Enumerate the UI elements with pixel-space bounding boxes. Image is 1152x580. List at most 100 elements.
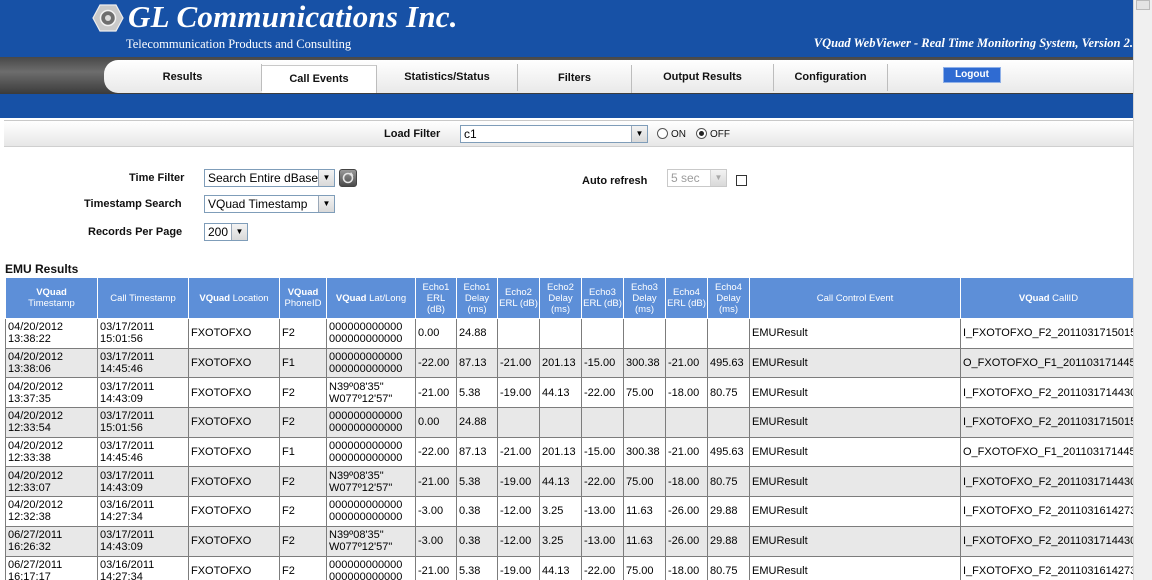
logout-button[interactable]: Logout <box>943 67 1001 83</box>
column-header-label: Echo1 Delay (ms) <box>463 281 491 315</box>
table-cell: 04/20/2012 12:33:38 <box>5 436 98 468</box>
dropdown-arrow-icon[interactable]: ▼ <box>318 196 334 212</box>
table-cell: I_FXOTOFXO_F2_20110317144309 <box>960 466 1133 498</box>
table-row[interactable]: 04/20/2012 12:33:07 03/17/2011 14:43:09 FX… <box>5 466 1133 498</box>
table-cell: 29.88 <box>707 525 750 557</box>
table-cell: 11.63 <box>623 525 666 557</box>
table-cell: F1 <box>279 436 327 468</box>
table-cell: I_FXOTOFXO_F2_20110317144309 <box>960 377 1133 409</box>
table-cell: 11.63 <box>623 496 666 527</box>
column-header[interactable]: Echo3 Delay (ms) <box>623 277 666 319</box>
table-cell: -13.00 <box>581 525 624 557</box>
table-cell <box>707 318 750 349</box>
column-header[interactable]: Call Control Event <box>749 277 961 319</box>
table-cell: EMUResult <box>749 347 961 379</box>
table-cell: EMUResult <box>749 466 961 498</box>
table-cell: -22.00 <box>415 436 457 468</box>
vertical-scrollbar[interactable] <box>1133 0 1152 580</box>
auto-refresh-select[interactable]: 5 sec ▼ <box>667 169 727 187</box>
table-cell: FXOTOFXO <box>188 407 280 438</box>
column-header[interactable]: Echo1 ERL (dB) <box>415 277 457 319</box>
table-cell: 0.38 <box>456 496 498 527</box>
gl-logo-icon <box>92 4 124 32</box>
table-row[interactable]: 06/27/2011 16:17:17 03/16/2011 14:27:34 FX… <box>5 555 1133 580</box>
table-cell: F2 <box>279 407 327 438</box>
table-cell: -21.00 <box>665 347 708 379</box>
table-row[interactable]: 06/27/2011 16:26:32 03/17/2011 14:43:09 FX… <box>5 525 1133 557</box>
table-cell: I_FXOTOFXO_F2_20110316142734 <box>960 555 1133 580</box>
table-cell: 0.00 <box>415 407 457 438</box>
time-filter-label: Time Filter <box>129 172 185 184</box>
column-header[interactable]: VQuad Lat/Long <box>326 277 416 319</box>
auto-refresh-checkbox[interactable] <box>736 175 747 186</box>
table-cell: 03/17/2011 14:45:46 <box>97 436 189 468</box>
dropdown-arrow-icon[interactable]: ▼ <box>710 170 726 186</box>
nav-tab-call-events[interactable]: Call Events <box>262 65 377 93</box>
table-cell <box>665 318 708 349</box>
table-row[interactable]: 04/20/2012 13:37:35 03/17/2011 14:43:09 FX… <box>5 377 1133 409</box>
column-header[interactable]: VQuad Timestamp <box>5 277 98 319</box>
refresh-arrows-icon <box>342 172 354 184</box>
nav-tab-output-results[interactable]: Output Results <box>632 64 774 91</box>
column-header[interactable]: Echo3 ERL (dB) <box>581 277 624 319</box>
column-header-label: Location <box>230 292 269 304</box>
nav-tab-configuration[interactable]: Configuration <box>774 64 888 91</box>
column-header[interactable]: Echo1 Delay (ms) <box>456 277 498 319</box>
timestamp-search-value: VQuad Timestamp <box>208 197 308 211</box>
table-cell: F2 <box>279 318 327 349</box>
table-cell: 000000000000 000000000000 <box>326 436 416 468</box>
timestamp-search-select[interactable]: VQuad Timestamp ▼ <box>204 195 335 213</box>
column-header[interactable]: Echo4 ERL (dB) <box>665 277 708 319</box>
column-header[interactable]: VQuad Location <box>188 277 280 319</box>
table-row[interactable]: 04/20/2012 13:38:06 03/17/2011 14:45:46 FX… <box>5 347 1133 379</box>
refresh-icon[interactable] <box>339 169 357 187</box>
table-cell: 87.13 <box>456 436 498 468</box>
dropdown-arrow-icon[interactable]: ▼ <box>231 224 247 240</box>
table-cell: 495.63 <box>707 347 750 379</box>
app-version-title: VQuad WebViewer - Real Time Monitoring S… <box>813 36 1133 50</box>
column-header[interactable]: Echo2 Delay (ms) <box>539 277 582 319</box>
table-cell: 201.13 <box>539 436 582 468</box>
dropdown-arrow-icon[interactable]: ▼ <box>631 126 647 142</box>
time-filter-select[interactable]: Search Entire dBase ▼ <box>204 169 335 187</box>
table-cell: 80.75 <box>707 377 750 409</box>
table-cell: 87.13 <box>456 347 498 379</box>
nav-tab-filters[interactable]: Filters <box>518 65 632 93</box>
table-row[interactable]: 04/20/2012 12:33:54 03/17/2011 15:01:56 FX… <box>5 407 1133 438</box>
table-cell: F2 <box>279 496 327 527</box>
results-section-title: EMU Results <box>5 262 79 276</box>
time-filter-value: Search Entire dBase <box>208 171 319 185</box>
column-header-label: Echo2 ERL (dB) <box>499 287 538 309</box>
nav-tab-results[interactable]: Results <box>104 64 262 91</box>
column-header[interactable]: Echo4 Delay (ms) <box>707 277 750 319</box>
filter-on-radio[interactable] <box>657 128 668 139</box>
column-header-label: Echo2 Delay (ms) <box>547 281 574 315</box>
filter-off-radio[interactable] <box>696 128 707 139</box>
table-cell: 06/27/2011 16:26:32 <box>5 525 98 557</box>
table-cell: 04/20/2012 12:32:38 <box>5 496 98 527</box>
table-cell: -19.00 <box>497 466 540 498</box>
load-filter-value: c1 <box>464 127 477 141</box>
column-header[interactable]: Echo2 ERL (dB) <box>497 277 540 319</box>
dropdown-arrow-icon[interactable]: ▼ <box>318 170 334 186</box>
column-header[interactable]: VQuad CallID <box>960 277 1133 319</box>
column-header[interactable]: VQuad PhoneID <box>279 277 327 319</box>
table-cell: -18.00 <box>665 377 708 409</box>
table-cell: 000000000000 000000000000 <box>326 496 416 527</box>
table-cell: 03/17/2011 15:01:56 <box>97 407 189 438</box>
nav-tab-statistics-status[interactable]: Statistics/Status <box>377 64 518 91</box>
table-cell: -22.00 <box>581 466 624 498</box>
scrollbar-thumb[interactable] <box>1136 0 1150 10</box>
records-per-page-select[interactable]: 200 ▼ <box>204 223 248 241</box>
auto-refresh-value: 5 sec <box>671 171 700 185</box>
table-cell: -13.00 <box>581 496 624 527</box>
table-cell: 03/16/2011 14:27:34 <box>97 496 189 527</box>
table-cell: 5.38 <box>456 466 498 498</box>
table-row[interactable]: 04/20/2012 13:38:22 03/17/2011 15:01:56 FX… <box>5 318 1133 349</box>
load-filter-select[interactable]: c1 ▼ <box>460 125 648 143</box>
column-header[interactable]: Call Timestamp <box>97 277 189 319</box>
table-cell: -22.00 <box>581 377 624 409</box>
table-row[interactable]: 04/20/2012 12:32:38 03/16/2011 14:27:34 FX… <box>5 496 1133 527</box>
table-cell: 06/27/2011 16:17:17 <box>5 555 98 580</box>
table-row[interactable]: 04/20/2012 12:33:38 03/17/2011 14:45:46 FX… <box>5 436 1133 468</box>
